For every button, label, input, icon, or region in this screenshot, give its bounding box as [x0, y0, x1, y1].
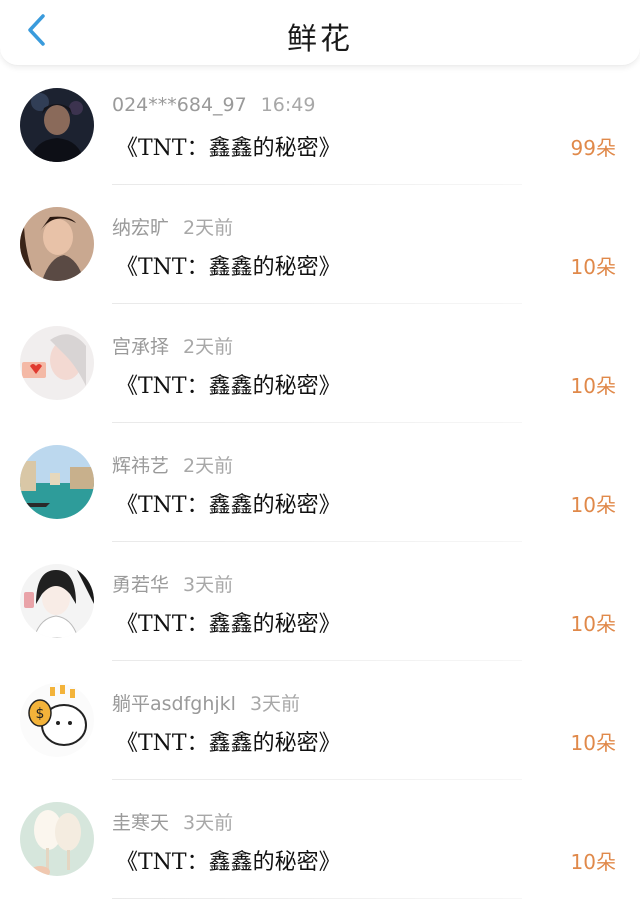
record-time: 3天前	[183, 574, 234, 596]
list-item[interactable]: 宫承择 2天前 《TNT：鑫鑫的秘密》 10朵	[0, 304, 640, 423]
user-name: 辉祎艺	[112, 455, 170, 477]
list-item[interactable]: 024***684_97 16:49 《TNT：鑫鑫的秘密》 99朵	[0, 66, 640, 185]
avatar[interactable]	[20, 802, 94, 876]
record-time: 3天前	[183, 812, 234, 834]
avatar[interactable]	[20, 445, 94, 519]
book-title: 《TNT：鑫鑫的秘密》	[116, 136, 341, 161]
book-title: 《TNT：鑫鑫的秘密》	[116, 374, 341, 399]
page-title: 鲜花	[287, 22, 353, 57]
flower-record-list: 024***684_97 16:49 《TNT：鑫鑫的秘密》 99朵 纳宏旷 2天前…	[0, 66, 640, 899]
avatar[interactable]	[20, 564, 94, 638]
user-name: 躺平asdfghjkl	[112, 693, 236, 715]
flower-count: 99朵	[570, 136, 616, 160]
book-title: 《TNT：鑫鑫的秘密》	[116, 612, 341, 637]
record-meta: 勇若华 3天前	[112, 570, 233, 597]
record-meta: 圭寒天 3天前	[112, 808, 233, 835]
avatar[interactable]	[20, 207, 94, 281]
record-time: 2天前	[183, 217, 234, 239]
list-item[interactable]: 勇若华 3天前 《TNT：鑫鑫的秘密》 10朵	[0, 542, 640, 661]
list-item[interactable]: $ 躺平asdfghjkl 3天前 《TNT：鑫鑫的秘密》 10朵	[0, 661, 640, 780]
record-meta: 躺平asdfghjkl 3天前	[112, 689, 300, 716]
record-time: 2天前	[183, 455, 234, 477]
flower-count: 10朵	[570, 850, 616, 874]
divider	[112, 898, 522, 899]
user-name: 圭寒天	[112, 812, 170, 834]
record-meta: 024***684_97 16:49	[112, 94, 315, 116]
record-meta: 纳宏旷 2天前	[112, 213, 233, 240]
book-title: 《TNT：鑫鑫的秘密》	[116, 255, 341, 280]
book-title: 《TNT：鑫鑫的秘密》	[116, 850, 341, 875]
avatar[interactable]	[20, 326, 94, 400]
record-meta: 宫承择 2天前	[112, 332, 233, 359]
flower-count: 10朵	[570, 731, 616, 755]
list-item[interactable]: 纳宏旷 2天前 《TNT：鑫鑫的秘密》 10朵	[0, 185, 640, 304]
book-title: 《TNT：鑫鑫的秘密》	[116, 731, 341, 756]
user-name: 纳宏旷	[112, 217, 170, 239]
flower-count: 10朵	[570, 493, 616, 517]
record-time: 16:49	[260, 94, 316, 116]
book-title: 《TNT：鑫鑫的秘密》	[116, 493, 341, 518]
list-item[interactable]: 圭寒天 3天前 《TNT：鑫鑫的秘密》 10朵	[0, 780, 640, 899]
user-name: 勇若华	[112, 574, 170, 596]
record-time: 3天前	[249, 693, 301, 715]
avatar[interactable]	[20, 88, 94, 162]
user-name: 024***684_97	[112, 94, 247, 116]
record-meta: 辉祎艺 2天前	[112, 451, 233, 478]
flower-count: 10朵	[570, 374, 616, 398]
record-time: 2天前	[183, 336, 234, 358]
top-bar: 鲜花	[0, 0, 640, 66]
flower-count: 10朵	[570, 255, 616, 279]
list-item[interactable]: 辉祎艺 2天前 《TNT：鑫鑫的秘密》 10朵	[0, 423, 640, 542]
svg-text:$: $	[36, 706, 45, 722]
flower-count: 10朵	[570, 612, 616, 636]
user-name: 宫承择	[112, 336, 170, 358]
avatar[interactable]: $	[20, 683, 94, 757]
